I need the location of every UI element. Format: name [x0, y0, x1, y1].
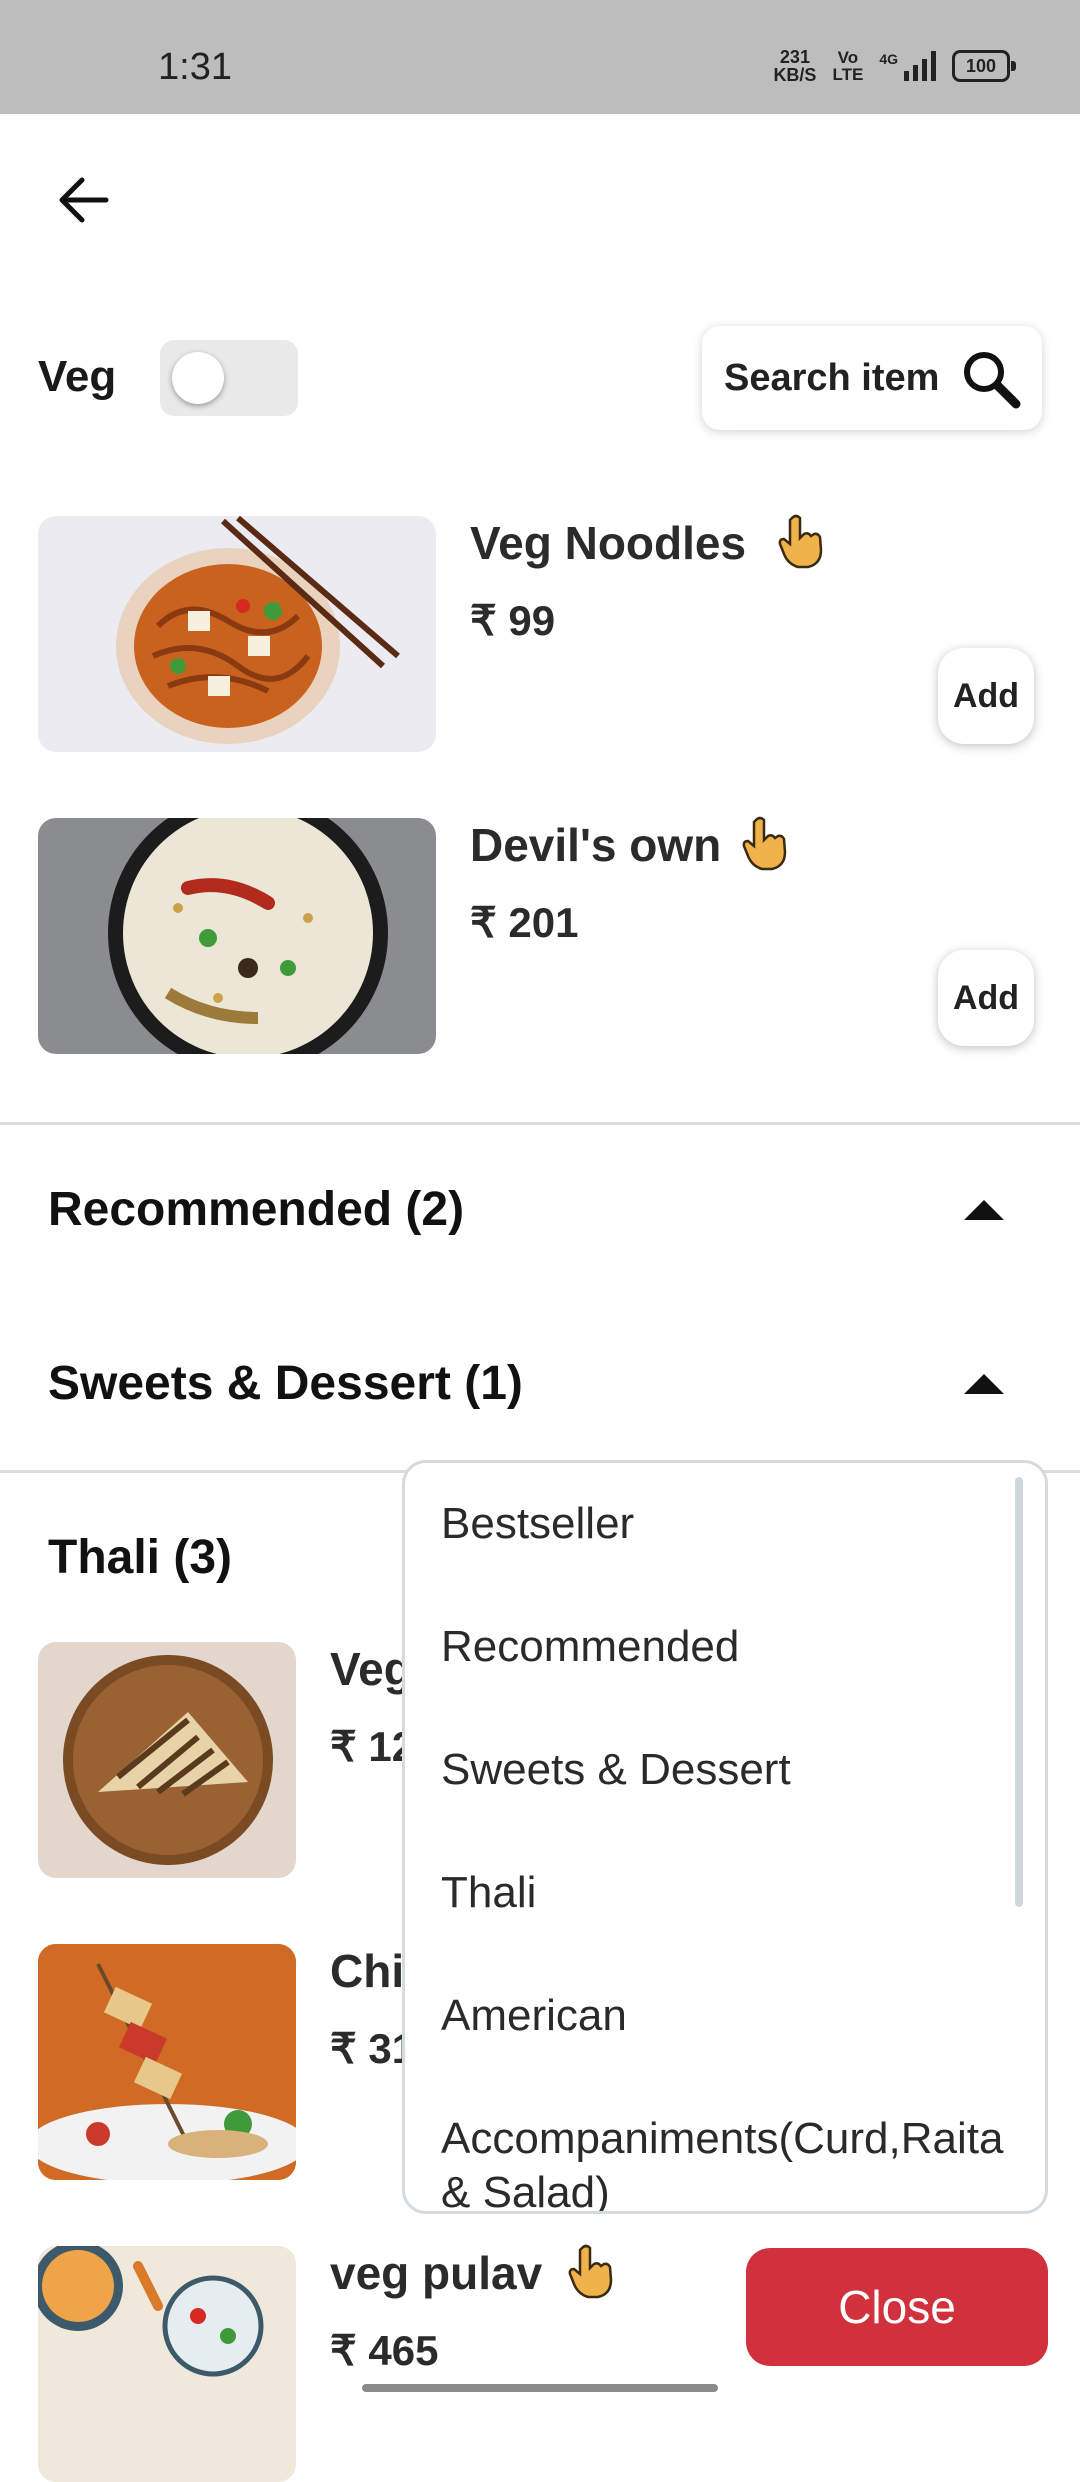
hand-pointer-icon [778, 514, 823, 569]
section-recommended[interactable]: Recommended (2) [48, 1182, 464, 1237]
noodles-bowl-image [116, 516, 400, 744]
signal-bar [922, 59, 927, 81]
divider [0, 1122, 1080, 1125]
signal-bar [931, 51, 936, 81]
hand-pointer-icon [742, 816, 787, 871]
item-price: ₹ 201 [470, 899, 579, 946]
item-name-partial: Chi [330, 1945, 405, 1997]
menu-item-thali[interactable]: Thali [441, 1866, 1011, 1920]
menu-item-bestseller[interactable]: Bestseller [441, 1497, 1011, 1551]
menu-item-american[interactable]: American [441, 1989, 1011, 2043]
menu-item-accompaniments[interactable]: Accompaniments(Curd,Raita & Salad) [441, 2112, 1011, 2211]
back-arrow-icon [59, 177, 109, 223]
item-name: veg pulav [330, 2247, 543, 2299]
item-image-chicken[interactable] [38, 1944, 296, 2180]
veg-toggle[interactable] [160, 340, 298, 416]
status-icons: 231 KB/S Vo LTE 4G 100 [773, 48, 1016, 84]
back-button[interactable] [56, 172, 112, 228]
search-item-button[interactable]: Search item [702, 326, 1042, 430]
veg-label: Veg [38, 352, 117, 401]
menu-item-recommended[interactable]: Recommended [441, 1620, 1011, 1674]
rice-bowl-image [108, 818, 388, 1054]
home-indicator[interactable] [362, 2384, 718, 2392]
add-button[interactable]: Add [938, 950, 1034, 1046]
item-price: ₹ 465 [330, 2327, 439, 2374]
hand-pointer-icon [568, 2244, 613, 2299]
network-speed: 231 KB/S [773, 48, 816, 84]
signal-icon: 4G [879, 51, 936, 81]
network-type: 4G [879, 51, 898, 67]
item-image-devils-own[interactable] [38, 818, 436, 1054]
signal-bar [904, 71, 909, 81]
section-thali[interactable]: Thali (3) [48, 1530, 232, 1585]
category-menu[interactable]: Bestseller Recommended Sweets & Dessert … [402, 1460, 1048, 2214]
item-image-sandwich[interactable] [38, 1642, 296, 1878]
item-image-veg-noodles[interactable] [38, 516, 436, 752]
toggle-knob [172, 352, 224, 404]
section-sweets-dessert[interactable]: Sweets & Dessert (1) [48, 1356, 523, 1411]
status-time: 1:31 [158, 46, 232, 88]
close-button[interactable]: Close [746, 2248, 1048, 2366]
chicken-skewer-image [38, 1944, 296, 2180]
item-name: Veg Noodles [470, 517, 747, 569]
item-name-partial: Veg [330, 1643, 412, 1695]
network-speed-unit: KB/S [773, 65, 817, 85]
veg-pulav-image [38, 2246, 296, 2482]
add-button[interactable]: Add [938, 648, 1034, 744]
volte-icon: Vo LTE [832, 49, 863, 83]
volte-top: Vo [837, 48, 859, 67]
menu-scrollbar[interactable] [1015, 1477, 1023, 1907]
signal-bar [913, 65, 918, 81]
search-icon [964, 352, 1021, 409]
battery-icon: 100 [952, 50, 1016, 82]
item-name: Devil's own [470, 819, 722, 871]
menu-item-sweets-dessert[interactable]: Sweets & Dessert [441, 1743, 1011, 1797]
status-bar: 1:31 231 KB/S Vo LTE 4G 100 [0, 0, 1080, 114]
volte-bottom: LTE [832, 65, 864, 84]
search-item-label: Search item [724, 356, 940, 399]
sandwich-image [63, 1655, 273, 1865]
chevron-up-icon[interactable] [964, 1374, 1004, 1394]
chevron-up-icon[interactable] [964, 1200, 1004, 1220]
item-image-veg-pulav[interactable] [38, 2246, 296, 2482]
network-speed-value: 231 [779, 47, 810, 67]
item-price: ₹ 99 [470, 597, 556, 644]
